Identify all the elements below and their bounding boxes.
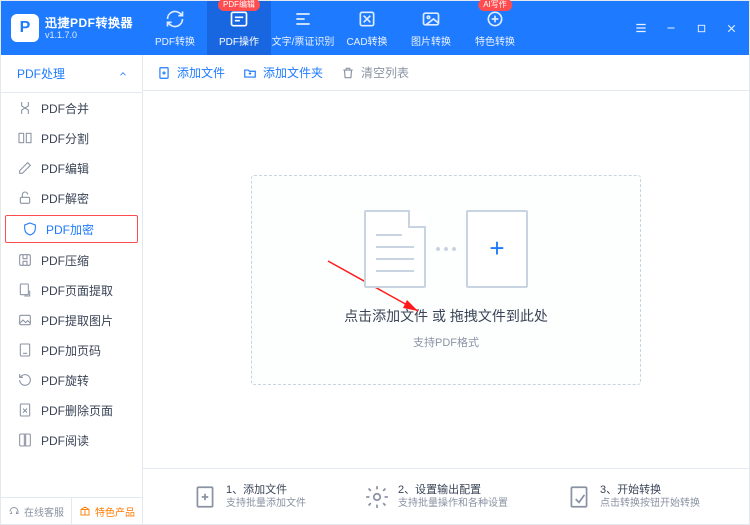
rotate-icon (17, 372, 33, 388)
minimize-icon (665, 22, 677, 34)
edit-icon (17, 160, 33, 176)
shield-icon (22, 221, 38, 237)
body: PDF处理 PDF合并 PDF分割 PDF编辑 PDF解密 (1, 55, 749, 524)
page-delete-icon (17, 402, 33, 418)
toolbar: 添加文件 添加文件夹 清空列表 (143, 55, 749, 91)
sidebar-item-compress[interactable]: PDF压缩 (1, 245, 142, 275)
menu-button[interactable] (627, 14, 655, 42)
sidebar-item-encrypt[interactable]: PDF加密 (5, 215, 138, 243)
folder-plus-icon (243, 66, 257, 80)
trash-icon (341, 66, 355, 80)
number-icon (17, 342, 33, 358)
step-1: 1、添加文件 支持批量添加文件 (192, 483, 306, 510)
split-icon (17, 130, 33, 146)
plus-box-icon: + (466, 210, 528, 288)
text-icon (293, 9, 313, 29)
unlock-icon (17, 190, 33, 206)
book-icon (17, 432, 33, 448)
document-icon (364, 210, 426, 288)
drop-graphic: + (364, 210, 528, 288)
step-3: 3、开始转换 点击转换按钮开始转换 (566, 483, 700, 510)
tab-special[interactable]: AI写作 特色转换 (463, 1, 527, 55)
close-icon (725, 22, 738, 35)
tab-image[interactable]: 图片转换 (399, 1, 463, 55)
step-add-icon (192, 484, 218, 510)
app-logo-icon: P (11, 14, 39, 42)
sidebar-footer: 在线客服 特色产品 (1, 497, 142, 524)
sidebar-item-merge[interactable]: PDF合并 (1, 93, 142, 123)
brand: P 迅捷PDF转换器 v1.1.7.0 (1, 14, 143, 42)
merge-icon (17, 100, 33, 116)
maximize-button[interactable] (687, 14, 715, 42)
main-tabs: PDF转换 PDF编辑 PDF操作 文字/票证识别 CAD转换 图片转换 AI写… (143, 1, 527, 55)
badge-pdf-edit: PDF编辑 (218, 0, 260, 11)
drop-subtitle: 支持PDF格式 (413, 334, 479, 350)
compress-icon (17, 252, 33, 268)
sidebar-item-decrypt[interactable]: PDF解密 (1, 183, 142, 213)
sidebar-item-split[interactable]: PDF分割 (1, 123, 142, 153)
steps-bar: 1、添加文件 支持批量添加文件 2、设置输出配置 支持批量操作和各种设置 3、开… (143, 468, 749, 524)
sidebar-item-extract-page[interactable]: PDF页面提取 (1, 275, 142, 305)
sidebar-item-edit[interactable]: PDF编辑 (1, 153, 142, 183)
sidebar: PDF处理 PDF合并 PDF分割 PDF编辑 PDF解密 (1, 55, 143, 524)
cad-icon (357, 9, 377, 29)
sidebar-item-add-page-number[interactable]: PDF加页码 (1, 335, 142, 365)
tab-pdf-convert[interactable]: PDF转换 (143, 1, 207, 55)
sidebar-item-rotate[interactable]: PDF旋转 (1, 365, 142, 395)
maximize-icon (696, 23, 707, 34)
drop-title: 点击添加文件 或 拖拽文件到此处 (344, 306, 548, 326)
sidebar-title: PDF处理 (17, 65, 65, 82)
canvas: + 点击添加文件 或 拖拽文件到此处 支持PDF格式 (143, 91, 749, 468)
close-button[interactable] (717, 14, 745, 42)
chevron-up-icon (118, 69, 128, 79)
featured-link[interactable]: 特色产品 (71, 498, 142, 524)
headset-icon (8, 505, 20, 517)
add-folder-button[interactable]: 添加文件夹 (243, 64, 323, 81)
title-bar: P 迅捷PDF转换器 v1.1.7.0 PDF转换 PDF编辑 PDF操作 文字… (1, 1, 749, 55)
sidebar-item-delete-page[interactable]: PDF删除页面 (1, 395, 142, 425)
window-controls (627, 1, 745, 55)
step-convert-icon (566, 484, 592, 510)
brand-text: 迅捷PDF转换器 v1.1.7.0 (45, 16, 133, 41)
tab-ocr[interactable]: 文字/票证识别 (271, 1, 335, 55)
drop-zone[interactable]: + 点击添加文件 或 拖拽文件到此处 支持PDF格式 (251, 175, 641, 385)
clear-list-button[interactable]: 清空列表 (341, 64, 409, 81)
refresh-icon (165, 9, 185, 29)
app-window: P 迅捷PDF转换器 v1.1.7.0 PDF转换 PDF编辑 PDF操作 文字… (0, 0, 750, 525)
tab-pdf-operate[interactable]: PDF编辑 PDF操作 (207, 1, 271, 55)
picture-icon (17, 312, 33, 328)
minimize-button[interactable] (657, 14, 685, 42)
step-settings-icon (364, 484, 390, 510)
tab-cad[interactable]: CAD转换 (335, 1, 399, 55)
sidebar-item-read[interactable]: PDF阅读 (1, 425, 142, 455)
file-plus-icon (157, 66, 171, 80)
image-icon (421, 9, 441, 29)
support-link[interactable]: 在线客服 (1, 498, 71, 524)
page-out-icon (17, 282, 33, 298)
dots-icon (436, 247, 456, 251)
sidebar-item-extract-image[interactable]: PDF提取图片 (1, 305, 142, 335)
slider-icon (229, 9, 249, 29)
app-version: v1.1.7.0 (45, 30, 133, 41)
sidebar-section-toggle[interactable]: PDF处理 (1, 55, 142, 93)
app-name: 迅捷PDF转换器 (45, 16, 133, 30)
sidebar-list: PDF合并 PDF分割 PDF编辑 PDF解密 PDF加密 (1, 93, 142, 497)
main-panel: 添加文件 添加文件夹 清空列表 (143, 55, 749, 524)
add-file-button[interactable]: 添加文件 (157, 64, 225, 81)
menu-icon (634, 21, 648, 35)
gift-icon (79, 505, 91, 517)
star-icon (485, 9, 505, 29)
step-2: 2、设置输出配置 支持批量操作和各种设置 (364, 483, 508, 510)
